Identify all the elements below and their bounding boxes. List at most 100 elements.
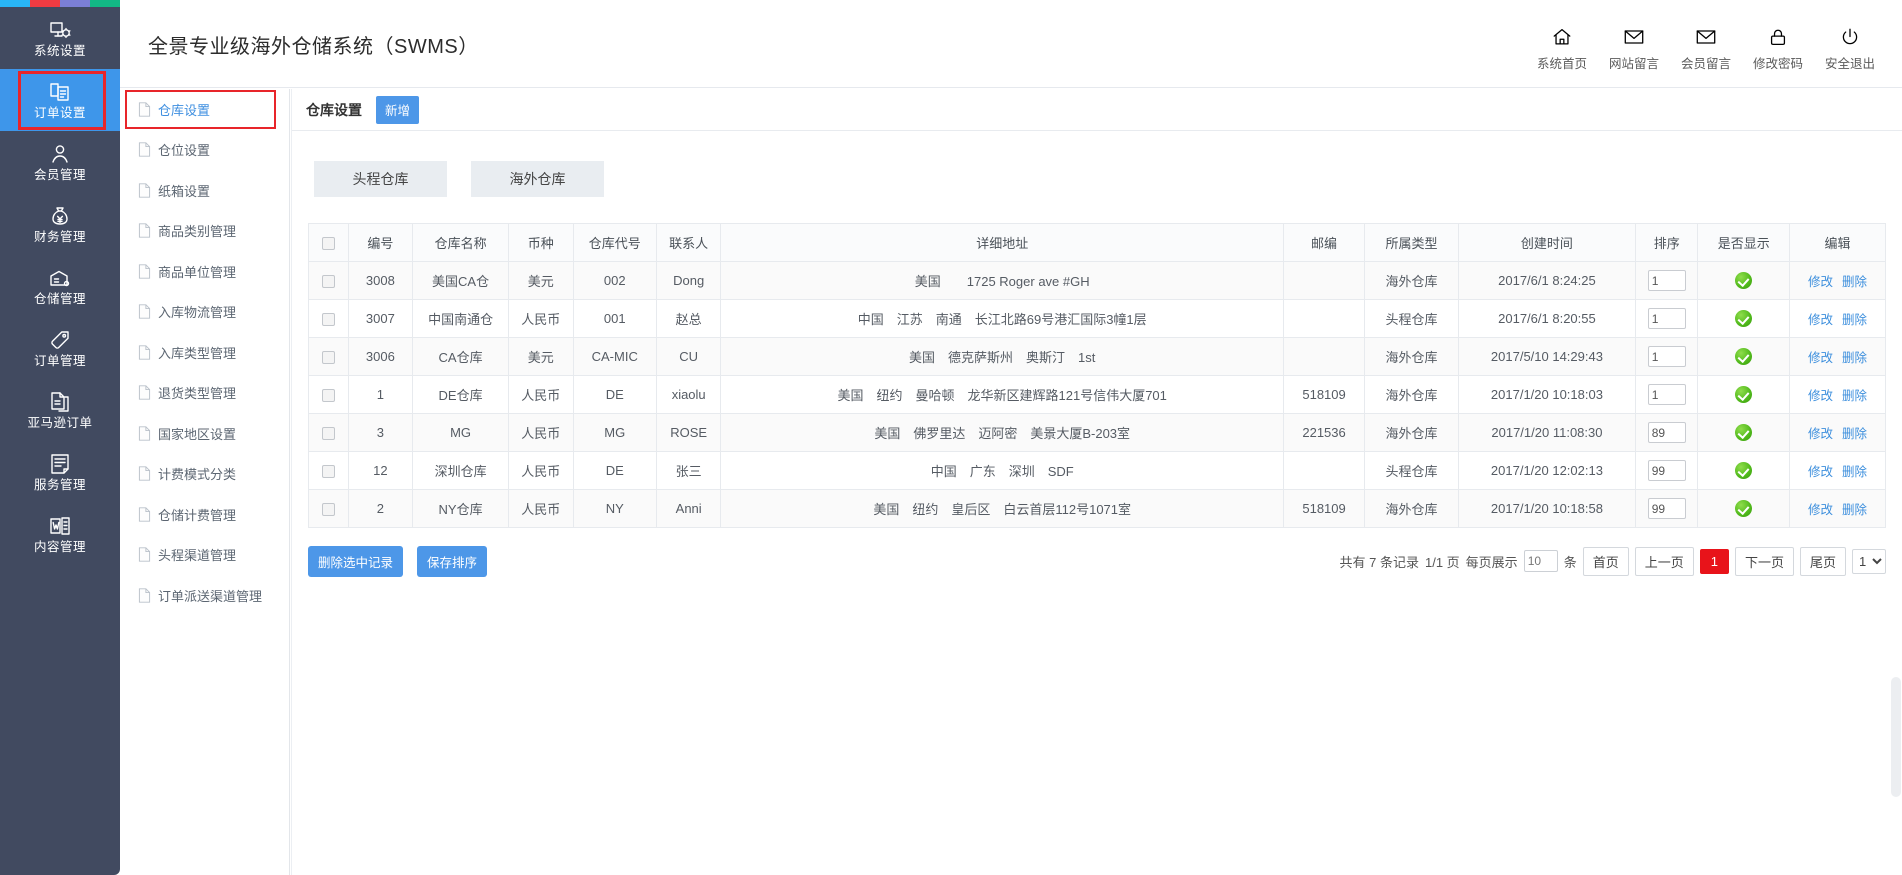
submenu-item-9[interactable]: 计费模式分类: [120, 454, 289, 495]
visible-check-icon[interactable]: [1735, 424, 1752, 441]
row-checkbox[interactable]: [322, 275, 335, 288]
sidebar-item-6[interactable]: 亚马逊订单: [0, 379, 120, 441]
delete-link[interactable]: 删除: [1842, 465, 1867, 479]
header-action-3[interactable]: 修改密码: [1742, 26, 1814, 72]
edit-link[interactable]: 修改: [1808, 351, 1833, 365]
row-checkbox[interactable]: [322, 503, 335, 516]
sidebar-item-label: 仓储管理: [34, 293, 86, 306]
header-action-2[interactable]: 会员留言: [1670, 26, 1742, 72]
warehouse-table: 编号 仓库名称 币种 仓库代号 联系人 详细地址 邮编 所属类型 创建时间 排序…: [308, 223, 1886, 528]
cell-contact: Anni: [656, 490, 721, 528]
submenu-item-6[interactable]: 入库类型管理: [120, 332, 289, 373]
lock-icon: [1767, 26, 1789, 48]
table-row: 3007中国南通仓人民币001赵总中国 江苏 南通 长江北路69号港汇国际3幢1…: [309, 300, 1886, 338]
sidebar-item-8[interactable]: 内容管理: [0, 503, 120, 565]
cell-visible: [1698, 452, 1790, 490]
sort-input[interactable]: [1648, 308, 1686, 329]
submenu-item-label: 商品单位管理: [158, 262, 236, 281]
per-page-input[interactable]: [1524, 550, 1558, 572]
current-page-button[interactable]: 1: [1700, 549, 1729, 574]
sort-input[interactable]: [1648, 270, 1686, 291]
sidebar-item-7[interactable]: 服务管理: [0, 441, 120, 503]
doc-file-icon: [138, 304, 151, 319]
submenu-item-5[interactable]: 入库物流管理: [120, 292, 289, 333]
sidebar-item-0[interactable]: 系统设置: [0, 7, 120, 69]
submenu-item-4[interactable]: 商品单位管理: [120, 251, 289, 292]
row-checkbox[interactable]: [322, 427, 335, 440]
edit-link[interactable]: 修改: [1808, 275, 1833, 289]
visible-check-icon[interactable]: [1735, 310, 1752, 327]
sort-input[interactable]: [1648, 384, 1686, 405]
row-checkbox[interactable]: [322, 389, 335, 402]
cell-created: 2017/1/20 10:18:03: [1458, 376, 1635, 414]
header-action-1[interactable]: 网站留言: [1598, 26, 1670, 72]
select-all-checkbox[interactable]: [322, 237, 335, 250]
submenu-item-3[interactable]: 商品类别管理: [120, 211, 289, 252]
doc-file-icon: [138, 345, 151, 360]
delete-link[interactable]: 删除: [1842, 275, 1867, 289]
save-sort-button[interactable]: 保存排序: [417, 546, 487, 577]
cell-zip: 221536: [1283, 414, 1364, 452]
edit-link[interactable]: 修改: [1808, 427, 1833, 441]
cell-name: MG: [413, 414, 509, 452]
vertical-scrollbar[interactable]: [1891, 677, 1901, 797]
tab-0[interactable]: 头程仓库: [314, 161, 447, 197]
row-checkbox[interactable]: [322, 465, 335, 478]
cell-name: 深圳仓库: [413, 452, 509, 490]
visible-check-icon[interactable]: [1735, 386, 1752, 403]
warehouse-type-tabs: 头程仓库海外仓库: [314, 161, 1902, 197]
sort-input[interactable]: [1648, 460, 1686, 481]
money-bag-icon: [47, 204, 73, 228]
first-page-button[interactable]: 首页: [1583, 547, 1629, 576]
page-jump-select[interactable]: 1: [1852, 549, 1886, 574]
add-new-button[interactable]: 新增: [376, 96, 419, 124]
cell-currency: 人民币: [508, 490, 573, 528]
cell-zip: 518109: [1283, 376, 1364, 414]
cell-type: 头程仓库: [1365, 300, 1459, 338]
sidebar-item-5[interactable]: 订单管理: [0, 317, 120, 379]
edit-link[interactable]: 修改: [1808, 313, 1833, 327]
edit-link[interactable]: 修改: [1808, 389, 1833, 403]
cell-id: 3: [348, 414, 413, 452]
submenu-item-label: 入库物流管理: [158, 302, 236, 321]
submenu-item-11[interactable]: 头程渠道管理: [120, 535, 289, 576]
tab-1[interactable]: 海外仓库: [471, 161, 604, 197]
submenu-item-1[interactable]: 仓位设置: [120, 130, 289, 171]
note-icon: [47, 452, 73, 476]
sidebar-item-1[interactable]: 订单设置: [0, 69, 120, 131]
visible-check-icon[interactable]: [1735, 500, 1752, 517]
delete-link[interactable]: 删除: [1842, 503, 1867, 517]
sort-input[interactable]: [1648, 346, 1686, 367]
edit-link[interactable]: 修改: [1808, 503, 1833, 517]
delete-link[interactable]: 删除: [1842, 351, 1867, 365]
visible-check-icon[interactable]: [1735, 348, 1752, 365]
sort-input[interactable]: [1648, 498, 1686, 519]
sort-input[interactable]: [1648, 422, 1686, 443]
sidebar-item-3[interactable]: 财务管理: [0, 193, 120, 255]
delete-selected-button[interactable]: 删除选中记录: [308, 546, 403, 577]
submenu-item-12[interactable]: 订单派送渠道管理: [120, 575, 289, 616]
sidebar-item-2[interactable]: 会员管理: [0, 131, 120, 193]
delete-link[interactable]: 删除: [1842, 389, 1867, 403]
col-type: 所属类型: [1365, 224, 1459, 262]
row-checkbox[interactable]: [322, 313, 335, 326]
delete-link[interactable]: 删除: [1842, 313, 1867, 327]
header-action-4[interactable]: 安全退出: [1814, 26, 1886, 72]
table-row: 3006CA仓库美元CA-MICCU美国 德克萨斯州 奥斯汀 1st海外仓库20…: [309, 338, 1886, 376]
header-action-0[interactable]: 系统首页: [1526, 26, 1598, 72]
submenu-item-10[interactable]: 仓储计费管理: [120, 494, 289, 535]
submenu-item-2[interactable]: 纸箱设置: [120, 170, 289, 211]
last-page-button[interactable]: 尾页: [1800, 547, 1846, 576]
prev-page-button[interactable]: 上一页: [1635, 547, 1694, 576]
edit-link[interactable]: 修改: [1808, 465, 1833, 479]
next-page-button[interactable]: 下一页: [1735, 547, 1794, 576]
sidebar-item-4[interactable]: 仓储管理: [0, 255, 120, 317]
submenu-item-8[interactable]: 国家地区设置: [120, 413, 289, 454]
delete-link[interactable]: 删除: [1842, 427, 1867, 441]
submenu-item-7[interactable]: 退货类型管理: [120, 373, 289, 414]
row-checkbox[interactable]: [322, 351, 335, 364]
header-action-label: 网站留言: [1609, 53, 1659, 72]
visible-check-icon[interactable]: [1735, 272, 1752, 289]
submenu-item-0[interactable]: 仓库设置: [120, 89, 289, 130]
visible-check-icon[interactable]: [1735, 462, 1752, 479]
